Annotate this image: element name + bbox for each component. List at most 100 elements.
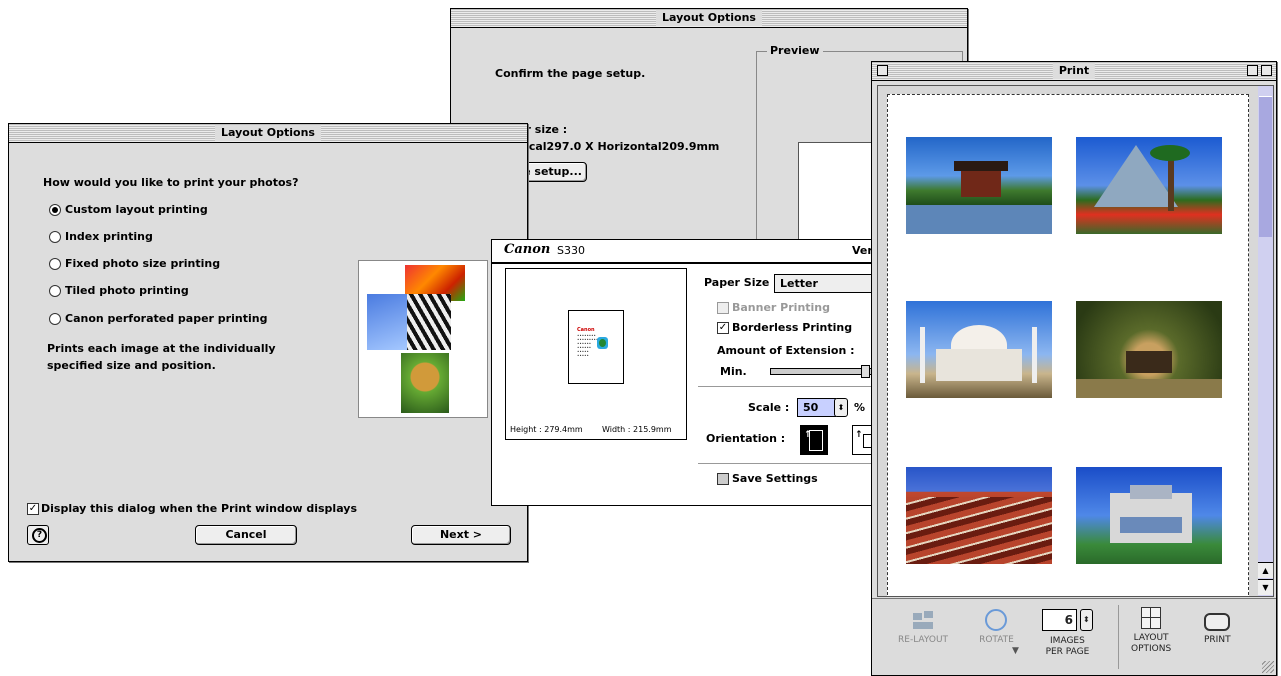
option-label[interactable]: Index printing [65,230,153,243]
photo-thumbnail[interactable] [1076,137,1222,234]
printer-model: S330 [557,244,585,257]
description-line-2: specified size and position. [47,359,216,372]
extension-label: Amount of Extension : [717,344,855,357]
print-window: Print ▲ ▼ RE-LAYOUT ROTATE ▼ 6 ⬍ IMAGES … [871,61,1277,676]
rotate-label: ROTATE [979,635,1014,645]
layout-label-2: OPTIONS [1131,644,1172,654]
scale-label: Scale : [748,401,790,414]
rotate-button[interactable]: ROTATE ▼ [974,609,1019,657]
next-button[interactable]: Next > [411,525,511,545]
print-question: How would you like to print your photos? [43,176,299,189]
resize-grip-icon[interactable] [1262,661,1274,673]
preview-label: Preview [767,44,823,57]
portrait-orientation-icon[interactable]: ↑ [800,425,828,455]
scroll-up-arrow-icon[interactable]: ▲ [1258,562,1273,578]
scale-input[interactable]: 50 [797,398,836,417]
photo-thumbnail[interactable] [1076,301,1222,398]
preview-height: Height : 279.4mm [510,425,583,434]
images-per-page-input[interactable]: 6 [1042,609,1077,631]
photo-thumbnail[interactable] [906,137,1052,234]
images-label-1: IMAGES [1050,636,1085,646]
radio-tiled[interactable] [49,285,61,297]
rotate-icon [985,609,1008,631]
images-stepper[interactable]: ⬍ [1079,609,1093,631]
scroll-thumb[interactable] [1259,96,1272,237]
scroll-down-arrow-icon[interactable]: ▼ [1258,579,1273,595]
canon-print-settings-dialog: Canon S330 Ver Canon •••••••• ••••••••••… [491,239,888,506]
images-label-2: PER PAGE [1045,647,1090,657]
layout-label-1: LAYOUT [1133,633,1169,643]
radio-index[interactable] [49,231,61,243]
layout-grid-icon [1141,607,1162,629]
option-label[interactable]: Canon perforated paper printing [65,312,267,325]
images-per-page-value: 6 [1064,613,1073,627]
close-box-icon[interactable] [877,65,888,76]
canon-header: Canon S330 Ver [492,240,882,264]
divider [698,386,882,387]
mini-photo [597,337,608,349]
photo-thumbnail[interactable] [1076,467,1222,564]
banner-printing-label: Banner Printing [732,301,831,314]
chevron-down-icon[interactable]: ▼ [1012,646,1019,657]
scale-value: 50 [803,401,819,414]
relayout-icon [911,609,936,631]
vertical-scrollbar[interactable]: ▲ ▼ [1258,85,1274,597]
version-label: Ver [852,244,873,257]
paper-size-value: Vertical297.0 X Horizontal209.9mm [499,140,720,153]
window-title: Layout Options [656,10,762,26]
window-title: Layout Options [215,125,321,141]
borderless-printing-label[interactable]: Borderless Printing [732,321,852,334]
paper-thumbnail: Canon •••••••• ••••••••••• •••••• ••••••… [568,310,624,384]
page-sheet[interactable] [887,94,1249,596]
print-button[interactable]: PRINT [1204,609,1231,646]
layout-options-dialog: Layout Options How would you like to pri… [8,123,528,562]
preview-width: Width : 215.9mm [602,425,672,434]
title-bar[interactable]: Print [872,62,1276,81]
save-settings-checkbox[interactable] [717,473,729,485]
min-label: Min. [720,365,747,378]
title-bar[interactable]: Layout Options [9,124,527,143]
photo-thumbnail[interactable] [906,301,1052,398]
option-label[interactable]: Fixed photo size printing [65,257,220,270]
print-label: PRINT [1204,635,1231,645]
extension-slider[interactable] [770,365,871,378]
confirm-text: Confirm the page setup. [495,67,646,80]
title-bar[interactable]: Layout Options [451,9,967,28]
paper-preview-pane: Canon •••••••• ••••••••••• •••••• ••••••… [505,268,687,440]
printer-icon [1204,613,1231,631]
print-toolbar: RE-LAYOUT ROTATE ▼ 6 ⬍ IMAGES PER PAGE L… [872,598,1276,675]
slider-thumb[interactable] [861,365,870,378]
window-title: Print [1052,63,1096,79]
radio-custom-layout[interactable] [49,204,61,216]
option-label[interactable]: Custom layout printing [65,203,208,216]
images-per-page-control[interactable]: 6 ⬍ IMAGES PER PAGE [1042,609,1093,658]
cancel-button[interactable]: Cancel [195,525,297,545]
layout-options-button[interactable]: LAYOUT OPTIONS [1131,607,1171,655]
paper-size-label: Paper Size : [704,276,778,289]
scale-stepper[interactable]: ⬍ [834,398,848,417]
toolbar-divider [1118,605,1119,669]
photo-thumbnail[interactable] [906,467,1052,564]
help-button[interactable]: ? [27,525,49,545]
radio-fixed-size[interactable] [49,258,61,270]
banner-printing-checkbox [717,302,729,314]
borderless-printing-checkbox[interactable]: ✓ [717,322,729,334]
mini-text-block: •••••••• ••••••••••• •••••• •••••• •••••… [577,334,603,358]
description-line-1: Prints each image at the individually [47,342,276,355]
display-dialog-checkbox[interactable]: ✓ [27,503,39,515]
help-icon: ? [32,528,47,543]
radio-perforated[interactable] [49,313,61,325]
divider [698,463,882,464]
layout-sample-image [358,260,488,418]
orientation-label: Orientation : [706,432,786,445]
scale-unit: % [854,401,866,414]
display-dialog-label[interactable]: Display this dialog when the Print windo… [41,502,357,515]
option-label[interactable]: Tiled photo printing [65,284,189,297]
paper-size-value: Letter [780,277,818,290]
print-canvas [877,85,1259,597]
canon-brand: Canon [504,242,551,257]
collapse-box-icon[interactable] [1261,65,1272,76]
save-settings-label[interactable]: Save Settings [732,472,818,485]
relayout-button[interactable]: RE-LAYOUT [898,609,948,646]
zoom-box-icon[interactable] [1247,65,1258,76]
